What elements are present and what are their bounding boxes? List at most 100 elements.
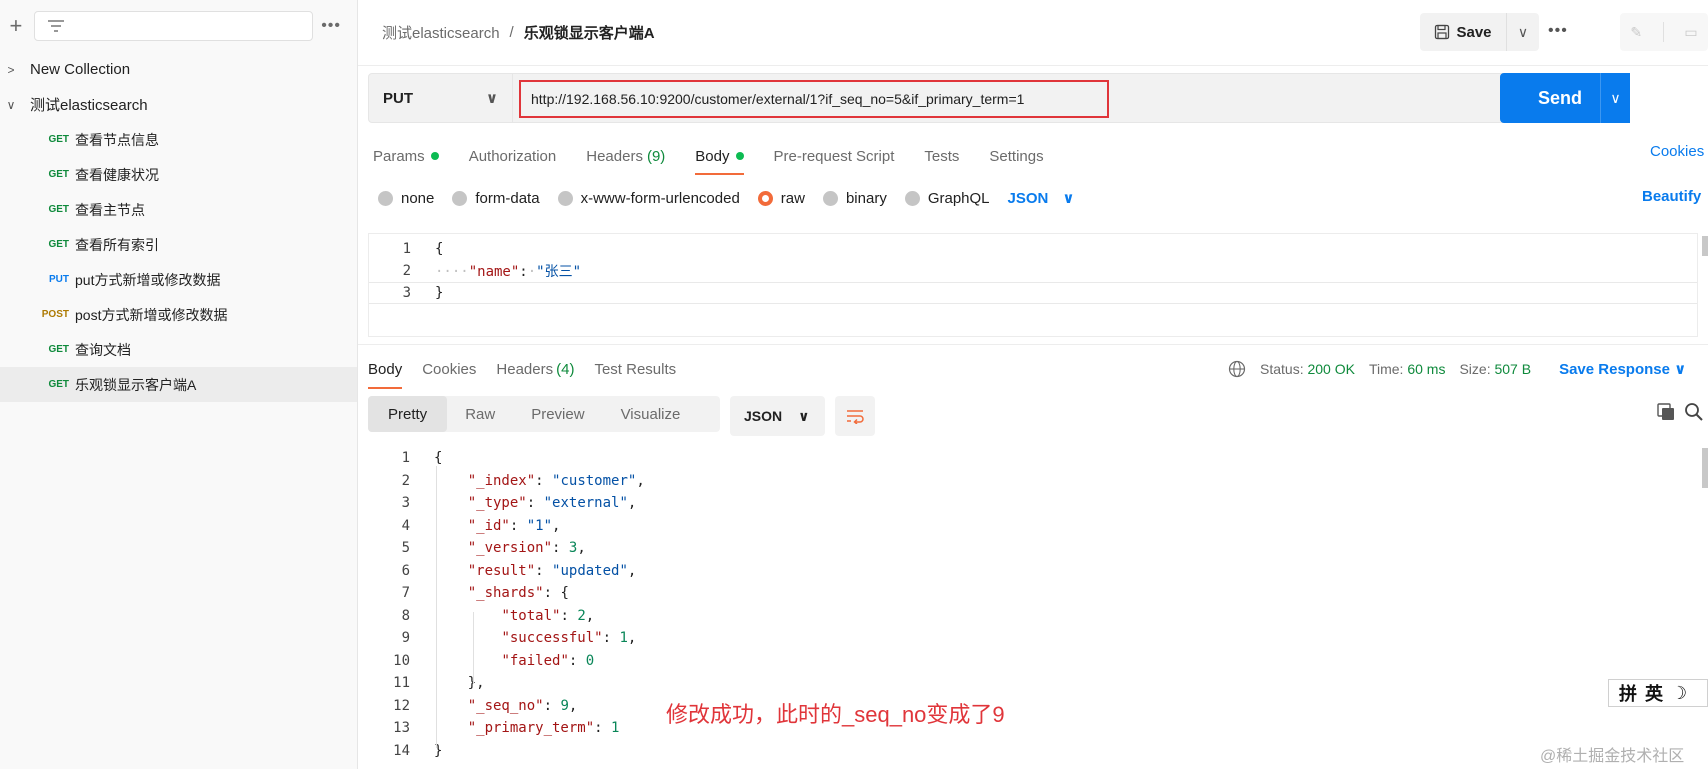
sidebar-request-item[interactable]: POST post方式新增或修改数据: [0, 297, 357, 332]
breadcrumb-request[interactable]: 乐观锁显示客户端A: [524, 22, 655, 43]
code-line: 7 "_shards": {: [368, 582, 1698, 605]
body-type-raw[interactable]: raw: [757, 190, 805, 207]
sidebar-request-item[interactable]: GET 查看节点信息: [0, 122, 357, 157]
tab-pre-request-script[interactable]: Pre-request Script: [774, 141, 895, 171]
view-tab-preview[interactable]: Preview: [513, 396, 602, 432]
save-response-button[interactable]: Save Response ∨: [1559, 360, 1686, 378]
tab-label: Body: [368, 360, 403, 378]
moon-icon: ☽: [1671, 682, 1688, 703]
response-format-select[interactable]: JSON ∨: [730, 396, 825, 436]
copy-icon[interactable]: [1656, 402, 1676, 422]
view-tab-raw[interactable]: Raw: [447, 396, 513, 432]
size-label: Size:: [1459, 361, 1491, 377]
tab-tests[interactable]: Tests: [924, 141, 959, 171]
editor-scrollbar[interactable]: [1702, 236, 1708, 256]
response-tab-test-results[interactable]: Test Results: [594, 353, 676, 385]
response-body[interactable]: 1{2 "_index": "customer", 3 "_type": "ext…: [368, 447, 1698, 762]
option-label: none: [401, 189, 435, 207]
response-tab-cookies[interactable]: Cookies: [422, 353, 476, 385]
body-type-form-data[interactable]: form-data: [452, 190, 540, 207]
ime-toolbar[interactable]: 拼 英 ☽: [1608, 679, 1708, 707]
code-line: 1{: [369, 238, 1697, 260]
comment-icon[interactable]: ▭: [1684, 24, 1697, 41]
tab-label: Test Results: [594, 360, 677, 378]
collection-new-collection[interactable]: > New Collection: [0, 52, 357, 87]
indent-guide: [473, 612, 474, 684]
collection-elasticsearch[interactable]: ∨ 测试elasticsearch: [0, 87, 357, 122]
body-type-none[interactable]: none: [378, 190, 434, 207]
code-text: "_index": "customer",: [467, 472, 645, 489]
status-value: 200 OK: [1307, 361, 1355, 377]
body-type-graphql[interactable]: GraphQL: [904, 190, 990, 207]
line-number: 14: [393, 742, 410, 759]
response-scrollbar[interactable]: [1702, 448, 1708, 488]
body-type-x-www-form-urlencoded[interactable]: x-www-form-urlencoded: [557, 190, 740, 207]
tab-settings[interactable]: Settings: [989, 141, 1043, 171]
cookies-link[interactable]: Cookies: [1650, 143, 1704, 160]
url-bar: PUT ∨ http://192.168.56.10:9200/customer…: [368, 73, 1690, 123]
view-tab-visualize[interactable]: Visualize: [603, 396, 699, 432]
sidebar-request-item[interactable]: GET 查看主节点: [0, 192, 357, 227]
tab-authorization[interactable]: Authorization: [469, 141, 557, 171]
plus-icon[interactable]: +: [6, 15, 26, 37]
send-dropdown-button[interactable]: ∨: [1600, 73, 1630, 123]
raw-format-select[interactable]: JSON ∨: [1008, 189, 1075, 208]
more-options-icon[interactable]: •••: [321, 17, 341, 35]
code-line: 3}: [369, 282, 1697, 304]
search-icon[interactable]: [1684, 402, 1704, 422]
chevron-down-icon: ∨: [1517, 23, 1529, 40]
request-method-badge: GET: [48, 134, 69, 145]
line-number: 2: [402, 263, 411, 279]
url-input[interactable]: http://192.168.56.10:9200/customer/exter…: [513, 73, 1581, 123]
more-options-icon[interactable]: •••: [1548, 22, 1568, 40]
tab-params[interactable]: Params: [373, 141, 439, 171]
body-type-binary[interactable]: binary: [822, 190, 887, 207]
tab-label: Authorization: [468, 147, 557, 165]
radio-icon: [452, 190, 468, 206]
code-text: "_seq_no": 9,: [467, 697, 578, 714]
sidebar-request-item[interactable]: GET 乐观锁显示客户端A: [0, 367, 357, 402]
collection-name: New Collection: [30, 61, 131, 78]
response-tab-headers[interactable]: Headers (4): [496, 353, 574, 385]
request-method-badge: GET: [48, 169, 69, 180]
save-dropdown-button[interactable]: ∨: [1507, 13, 1539, 51]
beautify-link[interactable]: Beautify: [1642, 188, 1701, 205]
globe-icon[interactable]: [1228, 360, 1246, 378]
edit-icon[interactable]: ✎: [1630, 24, 1642, 41]
sidebar-request-item[interactable]: GET 查询文档: [0, 332, 357, 367]
save-button[interactable]: Save: [1420, 13, 1507, 51]
breadcrumb-collection[interactable]: 测试elasticsearch: [382, 22, 500, 43]
format-value: JSON: [744, 408, 783, 424]
request-body-editor[interactable]: 1{2 ····"name":·"张三" 3}: [368, 233, 1698, 337]
line-number: 10: [393, 652, 410, 669]
code-line: 2 "_index": "customer",: [368, 470, 1698, 493]
tab-headers[interactable]: Headers (9): [586, 141, 665, 171]
sidebar-request-item[interactable]: GET 查看健康状况: [0, 157, 357, 192]
code-line: 12 "_seq_no": 9,: [368, 695, 1698, 718]
sidebar-request-item[interactable]: PUT put方式新增或修改数据: [0, 262, 357, 297]
request-list: GET 查看节点信息 GET 查看健康状况 GET 查看主节点 GET 查看所有索引 PUT pu…: [0, 122, 357, 402]
view-tab-pretty[interactable]: Pretty: [368, 396, 448, 432]
method-select[interactable]: PUT ∨: [368, 73, 513, 123]
breadcrumb: 测试elasticsearch / 乐观锁显示客户端A: [382, 22, 655, 43]
code-line: 6 "result": "updated",: [368, 560, 1698, 583]
response-status: Status: 200 OK Time: 60 ms Size: 507 B S…: [1228, 355, 1686, 383]
body-type-options: none form-data x-www-form-urlencoded raw bin…: [378, 184, 1075, 212]
request-name: 乐观锁显示客户端A: [75, 376, 197, 393]
line-number: 3: [402, 285, 411, 301]
chevron-right-icon: >: [7, 62, 15, 77]
code-line: 5 "_version": 3,: [368, 537, 1698, 560]
collection-name: 测试elasticsearch: [30, 97, 148, 114]
postman-window: + ••• > New Collection ∨ 测试elasticsearch…: [0, 0, 1708, 769]
sidebar-request-item[interactable]: GET 查看所有索引: [0, 227, 357, 262]
filter-input[interactable]: [33, 11, 314, 41]
save-label: Save: [1456, 23, 1492, 41]
time-value: 60 ms: [1407, 361, 1446, 377]
wrap-lines-button[interactable]: [835, 396, 875, 436]
sidebar-toolbar: + •••: [0, 0, 357, 52]
request-method-badge: GET: [48, 344, 69, 355]
tab-body[interactable]: Body: [695, 141, 744, 175]
line-number: 7: [401, 585, 410, 602]
code-line: 2 ····"name":·"张三": [369, 260, 1697, 282]
response-tab-body[interactable]: Body: [368, 353, 403, 389]
